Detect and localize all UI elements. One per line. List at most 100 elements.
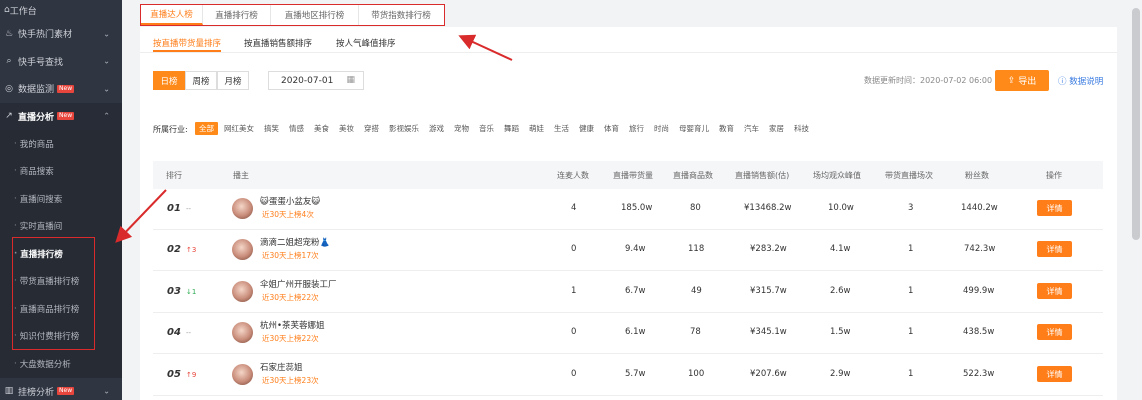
period-day-button[interactable]: 日榜 [153, 71, 185, 90]
sidebar-item-live-ranking[interactable]: · 直播排行榜 [0, 240, 122, 268]
industry-item[interactable]: 舞蹈 [500, 122, 523, 135]
table-header: 排行 播主 连麦人数 直播带货量 直播商品数 直播销售额(估) 场均观众峰值 带… [153, 161, 1103, 189]
column-header: 直播商品数 [673, 171, 713, 180]
industry-item[interactable]: 科技 [790, 122, 813, 135]
sidebar-item-my-products[interactable]: · 我的商品 [0, 130, 122, 158]
detail-button[interactable]: 详情 [1037, 324, 1072, 340]
subtab-by-volume[interactable]: 按直播带货量排序 [153, 37, 221, 49]
detail-button[interactable]: 详情 [1037, 366, 1072, 382]
period-week-button[interactable]: 周榜 [185, 71, 217, 90]
industry-item[interactable]: 母婴育儿 [675, 122, 713, 135]
avatar[interactable] [232, 239, 253, 260]
industry-item[interactable]: 家居 [765, 122, 788, 135]
sidebar-item-label: 工作台 [9, 6, 37, 17]
industry-item[interactable]: 美妆 [335, 122, 358, 135]
sidebar-item-knowledge-ranking[interactable]: · 知识付费排行榜 [0, 323, 122, 351]
industry-item[interactable]: 影视娱乐 [385, 122, 423, 135]
column-header: 场均观众峰值 [813, 171, 861, 180]
rank-number: 01 [167, 203, 181, 214]
industry-item[interactable]: 时尚 [650, 122, 673, 135]
lianmai-count: 1 [571, 286, 577, 296]
sidebar-item-label: 直播间搜索 [19, 194, 63, 205]
industry-item[interactable]: 生活 [550, 122, 573, 135]
dot-icon: · [14, 358, 17, 369]
industry-item[interactable]: 体育 [600, 122, 623, 135]
sidebar-item-product-search[interactable]: · 商品搜索 [0, 158, 122, 186]
column-header: 直播销售额(估) [735, 171, 790, 180]
streamer-name[interactable]: 滴滴二姐超宠粉👗 [260, 236, 330, 248]
monitor-icon: ◎ [5, 83, 13, 94]
question-icon: ⓘ [1058, 77, 1067, 87]
industry-item[interactable]: 穿搭 [360, 122, 383, 135]
chevron-down-icon: ⌄ [103, 56, 110, 66]
sidebar-item-label: 快手热门素材 [18, 30, 73, 41]
bar-chart-icon: ▥ [4, 386, 14, 397]
column-header: 粉丝数 [965, 171, 989, 180]
subtab-by-peak[interactable]: 按人气峰值排序 [336, 37, 396, 49]
sales-volume: 9.4w [625, 244, 646, 254]
rank-change: -- [186, 329, 192, 337]
industry-item[interactable]: 汽车 [740, 122, 763, 135]
industry-item[interactable]: 全部 [195, 122, 218, 135]
sidebar-group-account-search[interactable]: ⌕ 快手号查找 ⌄ [0, 48, 122, 76]
scrollbar-thumb[interactable] [1132, 8, 1140, 240]
sidebar-item-workbench[interactable]: ⌂ 工作台 [0, 0, 122, 20]
sidebar-item-room-search[interactable]: · 直播间搜索 [0, 185, 122, 213]
tab-live-ranking[interactable]: 直播排行榜 [203, 5, 271, 25]
sidebar-group-live-analysis[interactable]: ↗ 直播分析 New ⌃ [0, 102, 122, 130]
sidebar-item-product-ranking[interactable]: · 直播商品排行榜 [0, 295, 122, 323]
avatar[interactable] [232, 364, 253, 385]
streamer-name[interactable]: 伞姐广州开服装工厂 [260, 278, 337, 290]
detail-button[interactable]: 详情 [1037, 200, 1072, 216]
tab-sales-index-ranking[interactable]: 带货指数排行榜 [359, 5, 443, 25]
data-help-link[interactable]: ⓘ 数据说明 [1058, 75, 1103, 87]
divider [140, 52, 1117, 53]
date-picker[interactable]: 2020-07-01 ▦ [268, 71, 364, 90]
sidebar-group-hanging-analysis[interactable]: ▥ 挂榜分析 New ⌄ [0, 378, 122, 400]
sidebar-item-label: 商品搜索 [19, 167, 54, 178]
streamer-name[interactable]: 石家庄蕊姐 [260, 361, 303, 373]
industry-item[interactable]: 美食 [310, 122, 333, 135]
peak-viewers: 4.1w [830, 244, 851, 254]
industry-item[interactable]: 网红美女 [220, 122, 258, 135]
industry-item[interactable]: 教育 [715, 122, 738, 135]
product-count: 49 [691, 286, 702, 296]
industry-item[interactable]: 游戏 [425, 122, 448, 135]
industry-item[interactable]: 音乐 [475, 122, 498, 135]
sidebar-item-sales-ranking[interactable]: · 带货直播排行榜 [0, 268, 122, 296]
avatar[interactable] [232, 281, 253, 302]
product-count: 78 [690, 327, 701, 337]
help-label: 数据说明 [1069, 77, 1104, 87]
industry-item[interactable]: 旅行 [625, 122, 648, 135]
industry-item[interactable]: 搞笑 [260, 122, 283, 135]
detail-button[interactable]: 详情 [1037, 241, 1072, 257]
subtab-by-sales[interactable]: 按直播销售额排序 [244, 37, 312, 49]
export-label: 导出 [1018, 77, 1037, 87]
sidebar-group-data-monitor[interactable]: ◎ 数据监测 New ⌄ [0, 75, 122, 103]
streamer-ranking-count: 近30天上榜4次 [262, 210, 314, 219]
fans-count: 1440.2w [961, 203, 998, 213]
industry-item[interactable]: 宠物 [450, 122, 473, 135]
industry-filter: 全部 网红美女 搞笑 情感 美食 美妆 穿搭 影视娱乐 游戏 宠物 音乐 舞蹈 … [195, 122, 815, 135]
export-button[interactable]: ⇪ 导出 [995, 70, 1049, 91]
lianmai-count: 0 [571, 244, 577, 254]
sidebar-group-hot-material[interactable]: ♨ 快手热门素材 ⌄ [0, 20, 122, 48]
streamer-name[interactable]: 😺蛋蛋小盆友😺 [260, 195, 320, 207]
tab-region-ranking[interactable]: 直播地区排行榜 [271, 5, 359, 25]
avatar[interactable] [232, 322, 253, 343]
column-header: 带货直播场次 [885, 171, 933, 180]
peak-viewers: 10.0w [828, 203, 854, 213]
tab-live-influencer[interactable]: 直播达人榜 [141, 5, 203, 25]
industry-item[interactable]: 萌娃 [525, 122, 548, 135]
sidebar-item-market-analysis[interactable]: · 大盘数据分析 [0, 350, 122, 378]
sidebar-item-realtime-room[interactable]: · 实时直播间 [0, 213, 122, 241]
industry-item[interactable]: 健康 [575, 122, 598, 135]
date-value: 2020-07-01 [281, 75, 334, 86]
period-month-button[interactable]: 月榜 [217, 71, 249, 90]
streamer-name[interactable]: 杭州•茶芙蓉娜姐 [260, 319, 325, 331]
industry-item[interactable]: 情感 [285, 122, 308, 135]
lianmai-count: 4 [571, 203, 577, 213]
chevron-down-icon: ⌄ [103, 386, 110, 396]
avatar[interactable] [232, 198, 253, 219]
detail-button[interactable]: 详情 [1037, 283, 1072, 299]
